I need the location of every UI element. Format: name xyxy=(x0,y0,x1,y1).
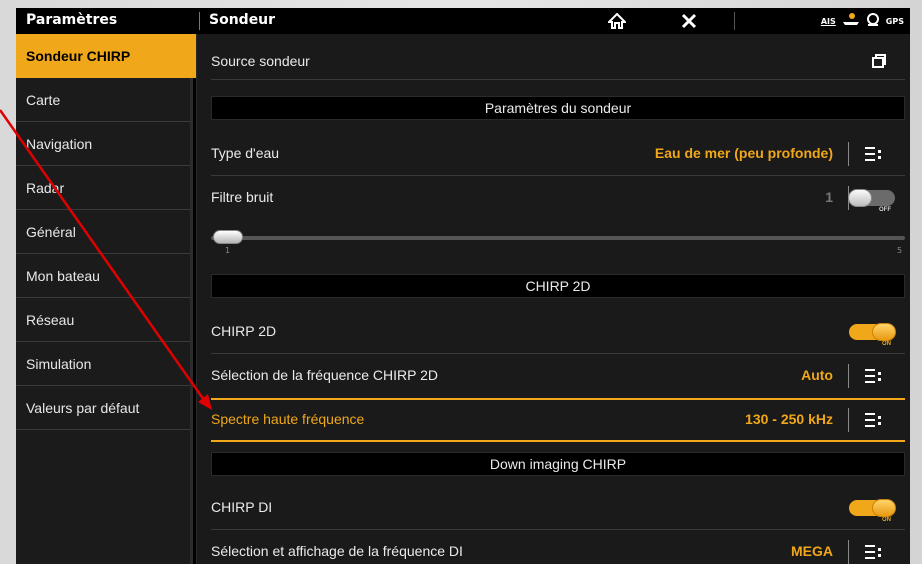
section-header-chirp2d: CHIRP 2D xyxy=(211,274,905,298)
gps-icon: GPS xyxy=(885,16,904,26)
menu-icon[interactable] xyxy=(865,146,883,162)
menu-icon[interactable] xyxy=(865,544,883,560)
water-type-row[interactable]: Type d'eau Eau de mer (peu profonde) xyxy=(211,132,905,176)
row-label: Filtre bruit xyxy=(211,189,274,205)
chirp2d-row[interactable]: CHIRP 2D ON xyxy=(211,310,905,354)
row-label: Sélection de la fréquence CHIRP 2D xyxy=(211,367,438,383)
sidebar-item-sondeur-chirp[interactable]: Sondeur CHIRP xyxy=(16,34,198,78)
menu-icon[interactable] xyxy=(865,368,883,384)
divider xyxy=(848,540,849,564)
noise-filter-slider-knob[interactable] xyxy=(213,230,243,244)
chirp2d-frequency-value: Auto xyxy=(801,367,833,383)
noise-filter-slider-track[interactable] xyxy=(211,236,905,240)
row-label: Sélection et affichage de la fréquence D… xyxy=(211,543,463,559)
di-frequency-value: MEGA xyxy=(791,543,833,559)
sonar-title: Sondeur xyxy=(209,12,276,28)
sidebar-item-label: Simulation xyxy=(26,356,92,372)
divider xyxy=(199,12,200,30)
noise-filter-row[interactable]: Filtre bruit 1 OFF xyxy=(211,176,905,220)
top-bar: Paramètres Sondeur AIS GPS xyxy=(16,8,910,34)
sidebar-item-radar[interactable]: Radar xyxy=(16,166,190,210)
divider xyxy=(848,364,849,388)
settings-sidebar: Sondeur CHIRP Carte Navigation Radar Gén… xyxy=(16,34,198,564)
ais-icon: AIS xyxy=(820,16,836,26)
row-label: Type d'eau xyxy=(211,145,280,161)
sidebar-item-label: Navigation xyxy=(26,136,93,152)
toggle-knob xyxy=(848,189,872,207)
row-label: Source sondeur xyxy=(211,53,310,69)
spectrum-row[interactable]: Spectre haute fréquence 130 - 250 kHz xyxy=(211,398,905,442)
sonar-icon xyxy=(866,11,880,31)
sidebar-item-label: Mon bateau xyxy=(26,268,100,284)
sidebar-item-label: Valeurs par défaut xyxy=(26,400,140,416)
section-header-down-imaging: Down imaging CHIRP xyxy=(211,452,905,476)
chirp2d-toggle[interactable]: ON xyxy=(849,323,896,347)
section-header-sonar-params: Paramètres du sondeur xyxy=(211,96,905,120)
divider xyxy=(734,12,735,30)
toggle-state: OFF xyxy=(879,207,891,213)
slider-max-label: 5 xyxy=(897,246,903,255)
toggle-state: ON xyxy=(882,517,891,523)
toggle-knob xyxy=(872,499,896,517)
sidebar-item-label: Sondeur CHIRP xyxy=(26,48,131,64)
close-icon[interactable] xyxy=(678,10,700,32)
row-label: Spectre haute fréquence xyxy=(211,411,365,427)
chirp2d-frequency-row[interactable]: Sélection de la fréquence CHIRP 2D Auto xyxy=(211,354,905,398)
sidebar-item-label: Radar xyxy=(26,180,65,196)
status-icons: AIS GPS xyxy=(821,11,904,31)
sidebar-item-label: Général xyxy=(26,224,76,240)
sidebar-item-valeurs-par-defaut[interactable]: Valeurs par défaut xyxy=(16,386,190,430)
sidebar-item-mon-bateau[interactable]: Mon bateau xyxy=(16,254,190,298)
settings-title: Paramètres xyxy=(26,12,118,28)
noise-filter-toggle[interactable]: OFF xyxy=(848,189,895,213)
divider xyxy=(848,142,849,166)
toggle-knob xyxy=(872,323,896,341)
copy-icon[interactable] xyxy=(871,53,887,72)
row-label: CHIRP 2D xyxy=(211,323,277,339)
toggle-state: ON xyxy=(882,341,891,347)
sidebar-item-simulation[interactable]: Simulation xyxy=(16,342,190,386)
sidebar-item-general[interactable]: Général xyxy=(16,210,190,254)
sonar-settings-panel: Source sondeur Paramètres du sondeur Typ… xyxy=(196,34,910,564)
spectrum-value: 130 - 250 kHz xyxy=(745,411,833,427)
divider xyxy=(848,408,849,432)
chirp-di-toggle[interactable]: ON xyxy=(849,499,896,523)
boat-icon xyxy=(842,12,860,30)
di-frequency-row[interactable]: Sélection et affichage de la fréquence D… xyxy=(211,530,905,564)
sidebar-item-navigation[interactable]: Navigation xyxy=(16,122,190,166)
app-window: Paramètres Sondeur AIS GPS Sondeur CHIRP… xyxy=(16,8,910,564)
home-icon[interactable] xyxy=(606,10,628,32)
row-label: CHIRP DI xyxy=(211,499,273,515)
slider-min-label: 1 xyxy=(225,246,231,255)
sidebar-item-reseau[interactable]: Réseau xyxy=(16,298,190,342)
chirp-di-row[interactable]: CHIRP DI ON xyxy=(211,486,905,530)
source-sondeur-row[interactable]: Source sondeur xyxy=(211,44,905,80)
menu-icon[interactable] xyxy=(865,412,883,428)
noise-filter-value: 1 xyxy=(825,189,833,205)
sidebar-item-carte[interactable]: Carte xyxy=(16,78,190,122)
water-type-value: Eau de mer (peu profonde) xyxy=(654,145,833,161)
sidebar-item-label: Réseau xyxy=(26,312,75,328)
sidebar-item-label: Carte xyxy=(26,92,61,108)
